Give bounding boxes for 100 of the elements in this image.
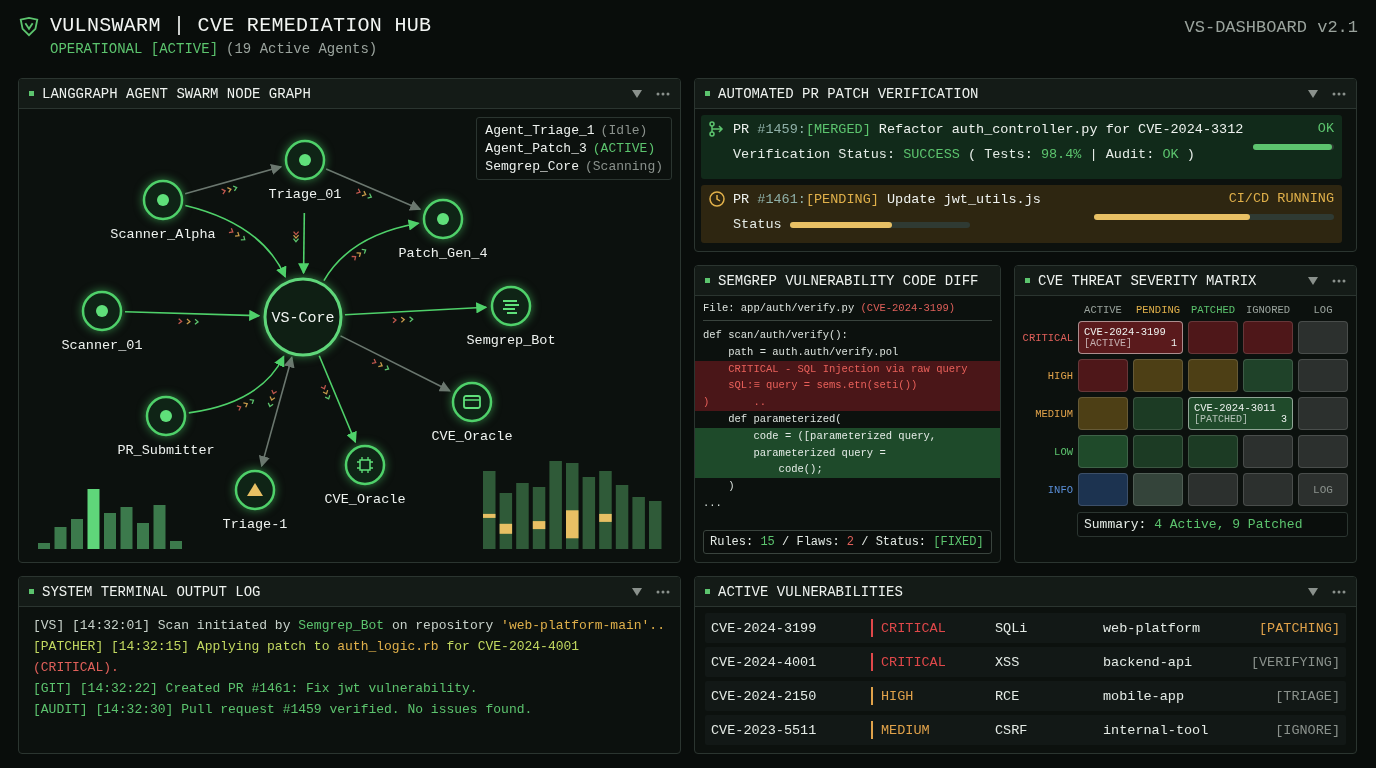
agent-node[interactable] bbox=[344, 444, 386, 486]
chart-bar bbox=[153, 505, 166, 549]
matrix-cell[interactable] bbox=[1078, 359, 1128, 392]
row-header: INFO bbox=[1046, 483, 1073, 496]
panel-title: ACTIVE VULNERABILITIES bbox=[718, 583, 903, 600]
log-line: (CRITICAL). bbox=[33, 659, 120, 676]
matrix-cell[interactable] bbox=[1298, 397, 1348, 430]
collapse-icon[interactable] bbox=[632, 89, 642, 98]
verification-status: Verification Status: SUCCESS ( Tests: 98.4% | Audit: OK ) bbox=[732, 147, 1196, 162]
matrix-cell[interactable] bbox=[1298, 359, 1348, 392]
remediation-status: [TRIAGE] bbox=[1275, 688, 1340, 704]
node-label: Scanner_Alpha bbox=[110, 227, 216, 242]
matrix-cell[interactable]: CVE-2024-3199 [ACTIVE] 1 bbox=[1078, 321, 1183, 354]
status-square-icon bbox=[705, 278, 710, 283]
vulnerability-row[interactable]: CVE-2024-2150 HIGH RCE mobile-app [TRIAGE] bbox=[705, 681, 1346, 711]
matrix-summary: Summary: 4 Active, 9 Patched bbox=[1077, 512, 1348, 537]
matrix-cell[interactable] bbox=[1188, 359, 1238, 392]
agent-node[interactable] bbox=[284, 139, 326, 181]
matrix-cell[interactable]: CVE-2024-3011 [PATCHED] 3 bbox=[1188, 397, 1293, 430]
chart-bar bbox=[170, 541, 182, 549]
matrix-cell[interactable] bbox=[1133, 397, 1183, 430]
matrix-cell[interactable] bbox=[1078, 473, 1128, 506]
matrix-cell[interactable] bbox=[1078, 397, 1128, 430]
vulnerability-row[interactable]: CVE-2024-4001 CRITICAL XSS backend-api [VERIFYING] bbox=[705, 647, 1346, 677]
matrix-cell[interactable] bbox=[1243, 321, 1293, 354]
chart-bar bbox=[120, 507, 133, 549]
chart-bar bbox=[499, 493, 513, 549]
matrix-cell[interactable] bbox=[1243, 435, 1293, 468]
agent-status: (ACTIVE) bbox=[592, 141, 656, 156]
matrix-cell[interactable] bbox=[1133, 435, 1183, 468]
matrix-cell[interactable] bbox=[1243, 359, 1293, 392]
node-label: Triage_01 bbox=[268, 187, 342, 202]
remediation-status: [PATCHING] bbox=[1259, 620, 1340, 636]
agent-status: (Idle) bbox=[600, 123, 648, 138]
collapse-icon[interactable] bbox=[1308, 587, 1318, 596]
code-line: path = auth.auth/verify.pol bbox=[727, 344, 900, 360]
column-header: IGNORED bbox=[1244, 304, 1292, 316]
repository-name: mobile-app bbox=[1103, 688, 1185, 704]
log-line: [PATCHER] [14:32:15] Applying patch to auth_logic.rb for CVE-2024-4001 bbox=[33, 638, 581, 655]
file-path: File: app/auth/verify.py (CVE-2024-3199) bbox=[703, 302, 992, 321]
status-square-icon bbox=[1025, 278, 1030, 283]
matrix-cell[interactable] bbox=[1298, 321, 1348, 354]
more-icon[interactable] bbox=[656, 589, 670, 594]
agent-node[interactable] bbox=[490, 285, 532, 327]
matrix-cell[interactable] bbox=[1188, 473, 1238, 506]
status-square-icon bbox=[29, 589, 34, 594]
panel-title: SEMGREP VULNERABILITY CODE DIFF bbox=[718, 272, 979, 289]
panel-title: AUTOMATED PR PATCH VERIFICATION bbox=[718, 85, 979, 102]
code-line: def parameterized( bbox=[727, 412, 843, 427]
remediation-status: [IGNORE] bbox=[1275, 722, 1340, 738]
agent-node[interactable] bbox=[145, 395, 187, 437]
chart-bar bbox=[615, 485, 629, 549]
collapse-icon[interactable] bbox=[1308, 276, 1318, 285]
cve-id: CVE-2023-5511 bbox=[711, 722, 818, 738]
panel-title: CVE THREAT SEVERITY MATRIX bbox=[1038, 272, 1257, 289]
more-icon[interactable] bbox=[1332, 91, 1346, 96]
agent-node[interactable] bbox=[142, 179, 184, 221]
cell-count: 1 bbox=[1171, 338, 1177, 349]
cve-id: CVE-2024-2150 bbox=[711, 688, 818, 704]
column-header: PENDING bbox=[1134, 304, 1182, 316]
app-title: VULNSWARM | CVE REMEDIATION HUB bbox=[50, 14, 432, 37]
severity-label: CRITICAL bbox=[881, 620, 946, 636]
matrix-cell[interactable]: LOG bbox=[1298, 473, 1348, 506]
chart-bar bbox=[87, 489, 100, 549]
remediation-status: [VERIFYING] bbox=[1250, 654, 1340, 670]
row-header: CRITICAL bbox=[1021, 331, 1073, 344]
pr-result: OK bbox=[1317, 121, 1334, 136]
agent-name: Agent_Triage_1 bbox=[485, 123, 595, 138]
agent-status: (Scanning) bbox=[585, 159, 663, 174]
core-node[interactable] bbox=[263, 277, 343, 357]
collapse-icon[interactable] bbox=[1308, 89, 1318, 98]
matrix-cell[interactable] bbox=[1243, 473, 1293, 506]
row-header: LOW bbox=[1053, 445, 1073, 458]
shield-logo-icon bbox=[18, 16, 40, 38]
matrix-cell[interactable] bbox=[1188, 321, 1238, 354]
vulnerability-row[interactable]: CVE-2024-3199 CRITICAL SQLi web-platform [PATCHING] bbox=[705, 613, 1346, 643]
chart-bar bbox=[649, 501, 662, 549]
log-line: [VS] [14:32:01] Scan initiated by Semgrep_Bot on repository 'web-platform-main'.. bbox=[33, 617, 666, 634]
more-icon[interactable] bbox=[1332, 278, 1346, 283]
scan-summary: Rules: 15 / Flaws: 2 / Status: [FIXED] bbox=[703, 530, 992, 554]
agent-node[interactable] bbox=[81, 290, 123, 332]
pr-card[interactable]: PR #1461:[PENDING] Update jwt_utils.js Status CI/CD RUNNING bbox=[701, 185, 1342, 243]
collapse-icon[interactable] bbox=[632, 587, 642, 596]
code-line: ... bbox=[702, 495, 723, 511]
agent-node[interactable] bbox=[451, 381, 493, 423]
pr-card[interactable]: PR #1459:[MERGED] Refactor auth_controller.py for CVE-2024-3312 Verification Status: SUCCESS ( Tests: 98.4% | Audit: OK ) OK bbox=[701, 115, 1342, 179]
vulnerability-row[interactable]: CVE-2023-5511 MEDIUM CSRF internal-tool [IGNORE] bbox=[705, 715, 1346, 745]
log-line: [GIT] [14:32:22] Created PR #1461: Fix jwt vulnerability. bbox=[33, 680, 479, 697]
agent-node[interactable] bbox=[422, 198, 464, 240]
matrix-cell[interactable] bbox=[1298, 435, 1348, 468]
vulnerability-type: CSRF bbox=[995, 722, 1029, 738]
more-icon[interactable] bbox=[1332, 589, 1346, 594]
matrix-cell[interactable] bbox=[1078, 435, 1128, 468]
node-label: VS-Core bbox=[271, 310, 335, 327]
more-icon[interactable] bbox=[656, 91, 670, 96]
matrix-cell[interactable] bbox=[1133, 473, 1183, 506]
matrix-cell[interactable] bbox=[1188, 435, 1238, 468]
status-square-icon bbox=[705, 91, 710, 96]
matrix-cell[interactable] bbox=[1133, 359, 1183, 392]
agent-node[interactable] bbox=[234, 469, 276, 511]
